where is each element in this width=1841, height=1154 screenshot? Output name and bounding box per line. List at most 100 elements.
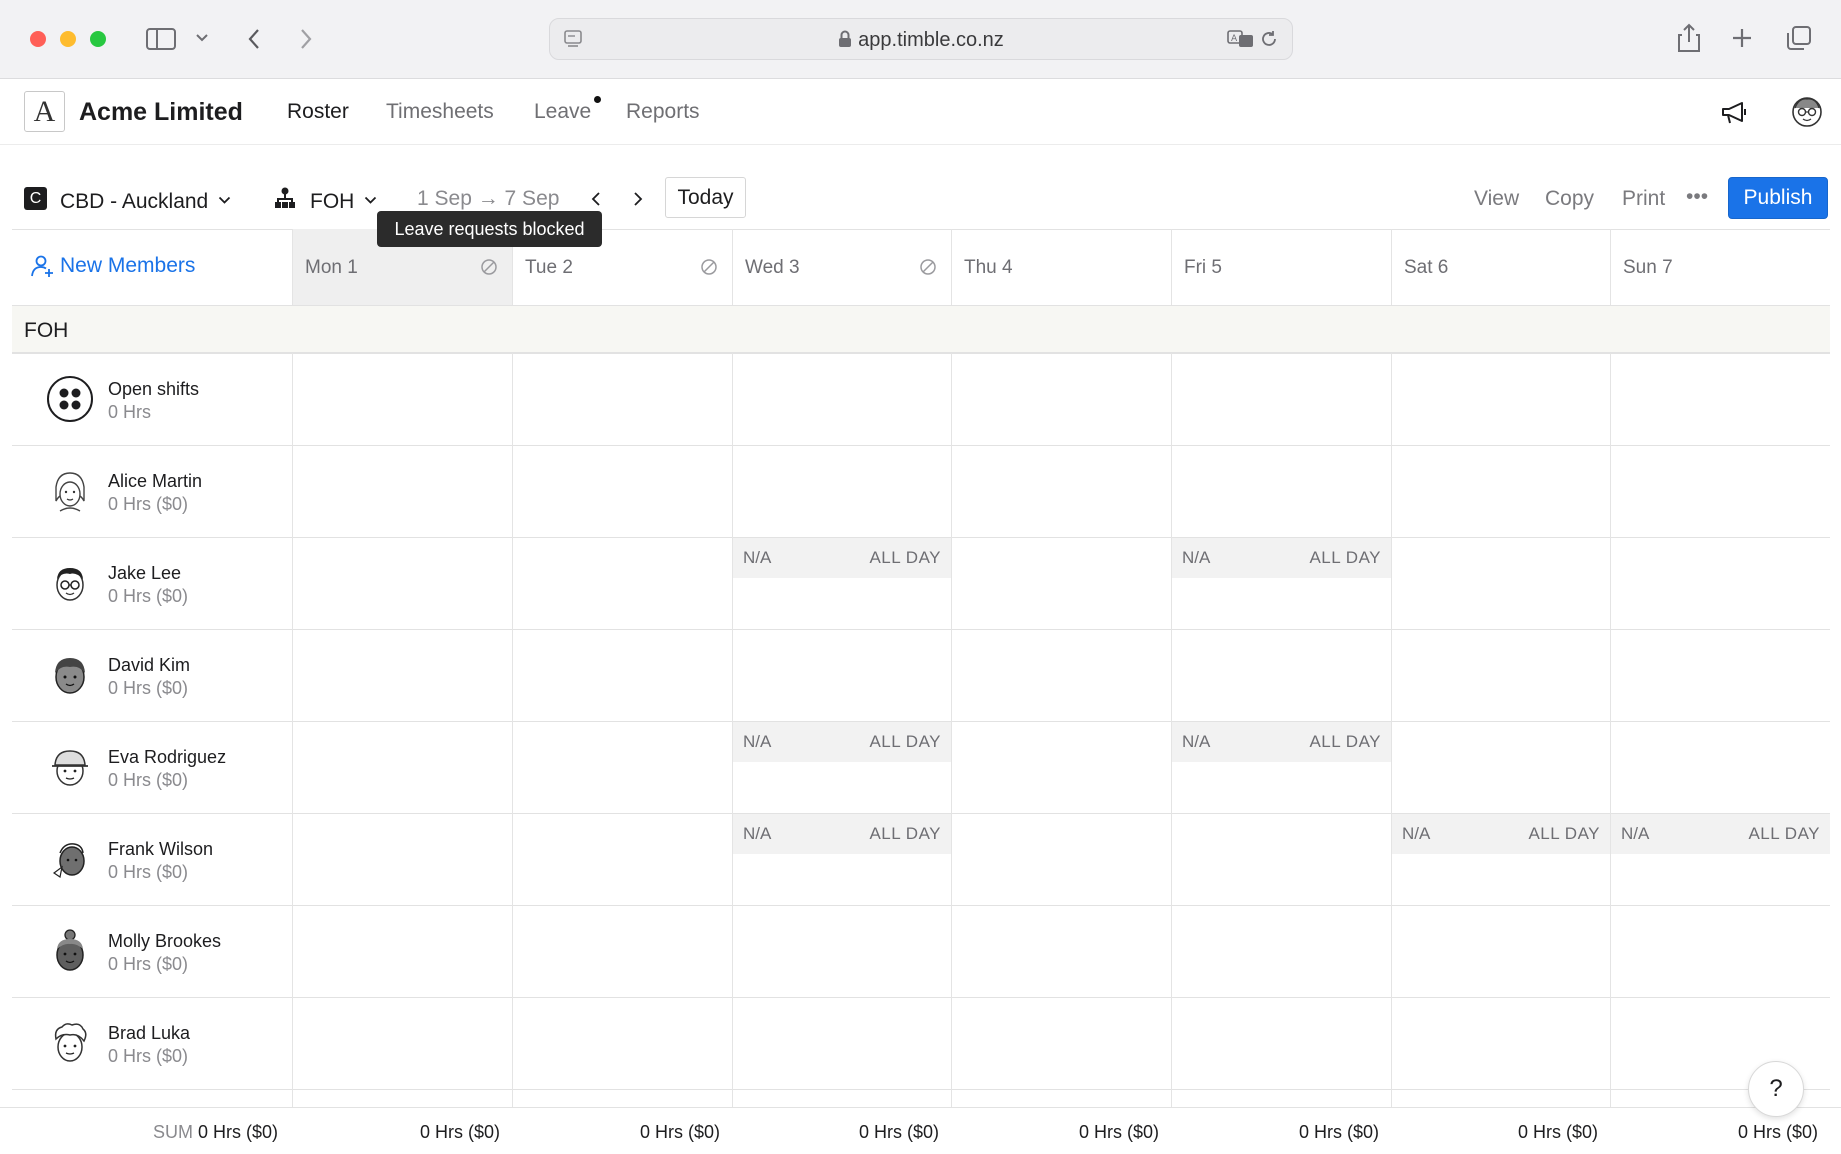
day-header-6[interactable]: Sun 7 — [1610, 229, 1830, 305]
unavailable-block[interactable]: N/A ALL DAY — [733, 814, 951, 854]
unavailable-block[interactable]: N/A ALL DAY — [733, 538, 951, 578]
shift-cell[interactable] — [1392, 538, 1610, 629]
nav-leave[interactable]: Leave — [534, 100, 591, 124]
shift-cell[interactable] — [293, 722, 512, 813]
shift-cell[interactable] — [293, 998, 512, 1089]
shift-cell[interactable] — [513, 538, 732, 629]
day-header-5[interactable]: Sat 6 — [1391, 229, 1610, 305]
shift-cell[interactable] — [1172, 814, 1391, 905]
translate-icon[interactable]: A — [1226, 28, 1256, 50]
member-row[interactable]: Alice Martin 0 Hrs ($0) — [12, 445, 292, 537]
shift-cell[interactable]: N/A ALL DAY — [1392, 814, 1610, 905]
shift-cell[interactable] — [513, 630, 732, 721]
next-week-icon[interactable] — [630, 189, 646, 209]
help-button[interactable]: ? — [1748, 1061, 1804, 1117]
unavailable-block[interactable]: N/A ALL DAY — [733, 722, 951, 762]
announcement-icon[interactable] — [1718, 98, 1752, 128]
shift-cell[interactable] — [1611, 906, 1830, 997]
shift-cell[interactable] — [1392, 722, 1610, 813]
shift-cell[interactable] — [1392, 354, 1610, 445]
member-row[interactable]: Eva Rodriguez 0 Hrs ($0) — [12, 721, 292, 813]
shift-cell[interactable] — [1611, 354, 1830, 445]
blocked-icon[interactable] — [700, 258, 718, 276]
shift-cell[interactable] — [293, 906, 512, 997]
shift-cell[interactable] — [952, 906, 1171, 997]
shift-cell[interactable] — [1611, 446, 1830, 537]
share-icon[interactable] — [1676, 22, 1702, 54]
shift-cell[interactable] — [952, 354, 1171, 445]
blocked-icon[interactable] — [480, 258, 498, 276]
shift-cell[interactable] — [513, 722, 732, 813]
blocked-icon[interactable] — [919, 258, 937, 276]
user-avatar-icon[interactable] — [1788, 93, 1826, 131]
shift-cell[interactable] — [293, 814, 512, 905]
shift-cell[interactable] — [1172, 998, 1391, 1089]
shift-cell[interactable] — [1392, 998, 1610, 1089]
shift-cell[interactable] — [733, 998, 951, 1089]
shift-cell[interactable] — [1172, 446, 1391, 537]
print-button[interactable]: Print — [1622, 187, 1665, 211]
shift-cell[interactable]: N/A ALL DAY — [1172, 538, 1391, 629]
copy-button[interactable]: Copy — [1545, 187, 1594, 211]
tab-overview-icon[interactable] — [1785, 24, 1813, 52]
shift-cell[interactable] — [513, 446, 732, 537]
shift-cell[interactable] — [293, 538, 512, 629]
nav-reports[interactable]: Reports — [626, 100, 700, 124]
today-button[interactable]: Today — [665, 177, 746, 218]
minimize-window-button[interactable] — [60, 31, 76, 47]
shift-cell[interactable] — [293, 630, 512, 721]
shift-cell[interactable] — [1172, 354, 1391, 445]
shift-cell[interactable] — [733, 630, 951, 721]
shift-cell[interactable] — [293, 446, 512, 537]
shift-cell[interactable]: N/A ALL DAY — [1172, 722, 1391, 813]
shift-cell[interactable] — [952, 722, 1171, 813]
day-header-2[interactable]: Wed 3 — [732, 229, 951, 305]
shift-cell[interactable] — [1611, 538, 1830, 629]
sidebar-toggle-icon[interactable] — [145, 26, 177, 52]
member-row[interactable]: David Kim 0 Hrs ($0) — [12, 629, 292, 721]
member-row[interactable]: Frank Wilson 0 Hrs ($0) — [12, 813, 292, 905]
nav-timesheets[interactable]: Timesheets — [386, 100, 494, 124]
shift-cell[interactable] — [1172, 630, 1391, 721]
shift-cell[interactable] — [293, 354, 512, 445]
close-window-button[interactable] — [30, 31, 46, 47]
chevron-down-icon[interactable] — [194, 30, 210, 46]
view-button[interactable]: View — [1474, 187, 1519, 211]
unavailable-block[interactable]: N/A ALL DAY — [1392, 814, 1610, 854]
shift-cell[interactable] — [952, 998, 1171, 1089]
shift-cell[interactable] — [513, 998, 732, 1089]
zoom-window-button[interactable] — [90, 31, 106, 47]
date-range[interactable]: 1 Sep → 7 Sep — [417, 187, 559, 211]
location-selector[interactable]: CBD - Auckland — [60, 187, 231, 214]
forward-icon[interactable] — [296, 26, 316, 52]
shift-cell[interactable] — [1611, 722, 1830, 813]
member-row[interactable]: Open shifts 0 Hrs — [12, 353, 292, 445]
shift-cell[interactable] — [513, 814, 732, 905]
unavailable-block[interactable]: N/A ALL DAY — [1172, 722, 1391, 762]
shift-cell[interactable] — [1392, 630, 1610, 721]
unavailable-block[interactable]: N/A ALL DAY — [1611, 814, 1830, 854]
member-row[interactable]: Brad Luka 0 Hrs ($0) — [12, 997, 292, 1089]
shift-cell[interactable] — [733, 446, 951, 537]
nav-roster[interactable]: Roster — [287, 100, 349, 124]
member-row[interactable]: Molly Brookes 0 Hrs ($0) — [12, 905, 292, 997]
shift-cell[interactable] — [1172, 906, 1391, 997]
shift-cell[interactable] — [1392, 446, 1610, 537]
shift-cell[interactable] — [1611, 630, 1830, 721]
day-header-3[interactable]: Thu 4 — [951, 229, 1171, 305]
shift-cell[interactable] — [733, 906, 951, 997]
address-bar[interactable]: app.timble.co.nz A — [549, 18, 1293, 60]
section-header-foh[interactable]: FOH — [12, 305, 1830, 353]
shift-cell[interactable] — [513, 906, 732, 997]
shift-cell[interactable]: N/A ALL DAY — [733, 814, 951, 905]
shift-cell[interactable] — [952, 630, 1171, 721]
shift-cell[interactable]: N/A ALL DAY — [1611, 814, 1830, 905]
new-members-button[interactable]: New Members — [30, 254, 195, 278]
publish-button[interactable]: Publish — [1728, 177, 1828, 219]
company-name[interactable]: Acme Limited — [79, 98, 243, 127]
new-tab-icon[interactable] — [1730, 26, 1754, 50]
member-row[interactable]: Jake Lee 0 Hrs ($0) — [12, 537, 292, 629]
reload-icon[interactable] — [1258, 28, 1280, 50]
back-icon[interactable] — [244, 26, 264, 52]
department-selector[interactable]: FOH — [310, 187, 377, 214]
